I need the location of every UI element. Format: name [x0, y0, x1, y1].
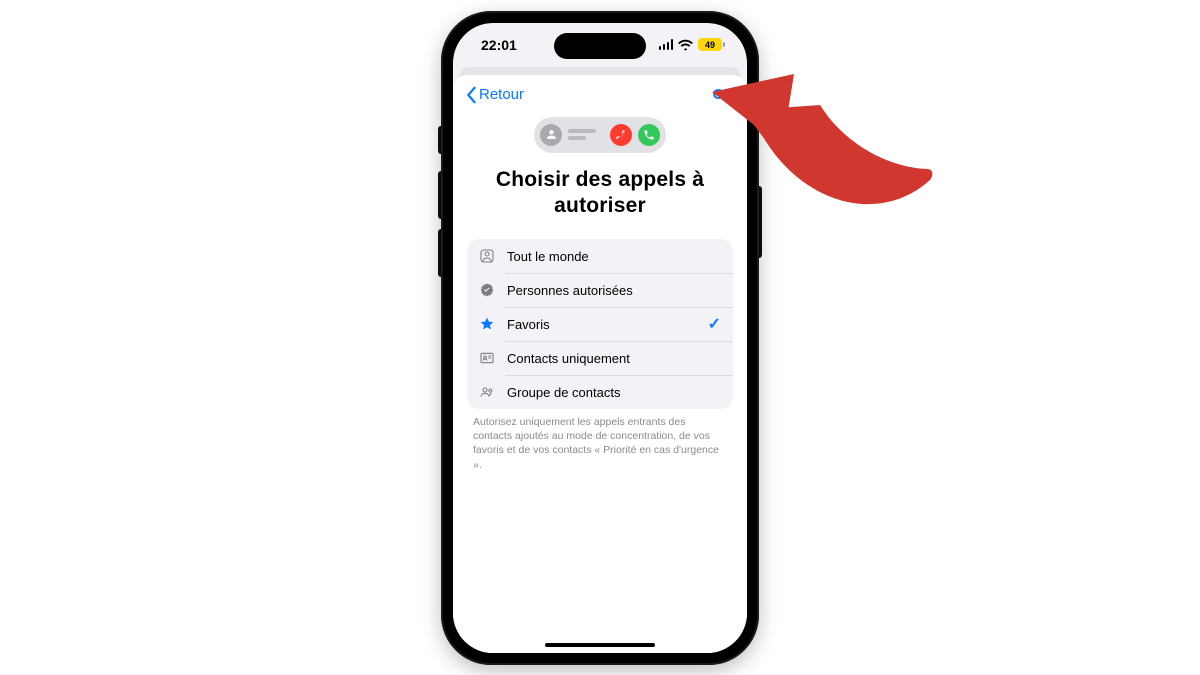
battery-level: 49	[705, 40, 715, 50]
person-icon	[540, 124, 562, 146]
home-indicator[interactable]	[545, 643, 655, 647]
option-allowed-people[interactable]: Personnes autorisées	[467, 273, 733, 307]
cellular-signal-icon	[659, 39, 674, 50]
back-label: Retour	[479, 86, 524, 103]
checkmark-icon: ✓	[708, 314, 721, 334]
accept-call-icon	[638, 124, 660, 146]
option-label: Favoris	[507, 317, 696, 332]
footer-explanation: Autorisez uniquement les appels entrants…	[473, 415, 727, 472]
option-label: Personnes autorisées	[507, 283, 721, 298]
dynamic-island	[554, 33, 646, 59]
phone-screen: 22:01 49	[453, 23, 747, 653]
seal-check-icon	[479, 282, 495, 298]
decline-call-icon	[610, 124, 632, 146]
ok-button[interactable]: OK	[713, 86, 736, 103]
status-time: 22:01	[481, 37, 517, 53]
allow-calls-list: Tout le monde Personnes autorisées	[467, 239, 733, 409]
incoming-call-illustration	[534, 117, 666, 153]
option-contacts-only[interactable]: Contacts uniquement	[467, 341, 733, 375]
option-label: Contacts uniquement	[507, 351, 721, 366]
option-label: Groupe de contacts	[507, 385, 721, 400]
modal-sheet: Retour OK	[453, 75, 747, 653]
volume-up-button	[438, 171, 441, 219]
side-button	[438, 126, 441, 154]
nav-bar: Retour OK	[453, 75, 747, 115]
group-icon	[479, 384, 495, 400]
chevron-left-icon	[465, 86, 477, 104]
volume-down-button	[438, 229, 441, 277]
page-title: Choisir des appels à autoriser	[469, 167, 731, 220]
option-everyone[interactable]: Tout le monde	[467, 239, 733, 273]
option-favorites[interactable]: Favoris ✓	[467, 307, 733, 341]
battery-indicator: 49	[698, 38, 725, 51]
phone-frame: 22:01 49	[441, 11, 759, 665]
power-button	[759, 186, 762, 258]
wifi-icon	[678, 39, 693, 51]
option-label: Tout le monde	[507, 249, 721, 264]
contact-card-icon	[479, 350, 495, 366]
option-contact-group[interactable]: Groupe de contacts	[467, 375, 733, 409]
globe-person-icon	[479, 248, 495, 264]
back-button[interactable]: Retour	[465, 86, 524, 104]
star-icon	[479, 316, 495, 332]
caller-text-placeholder	[568, 129, 604, 140]
